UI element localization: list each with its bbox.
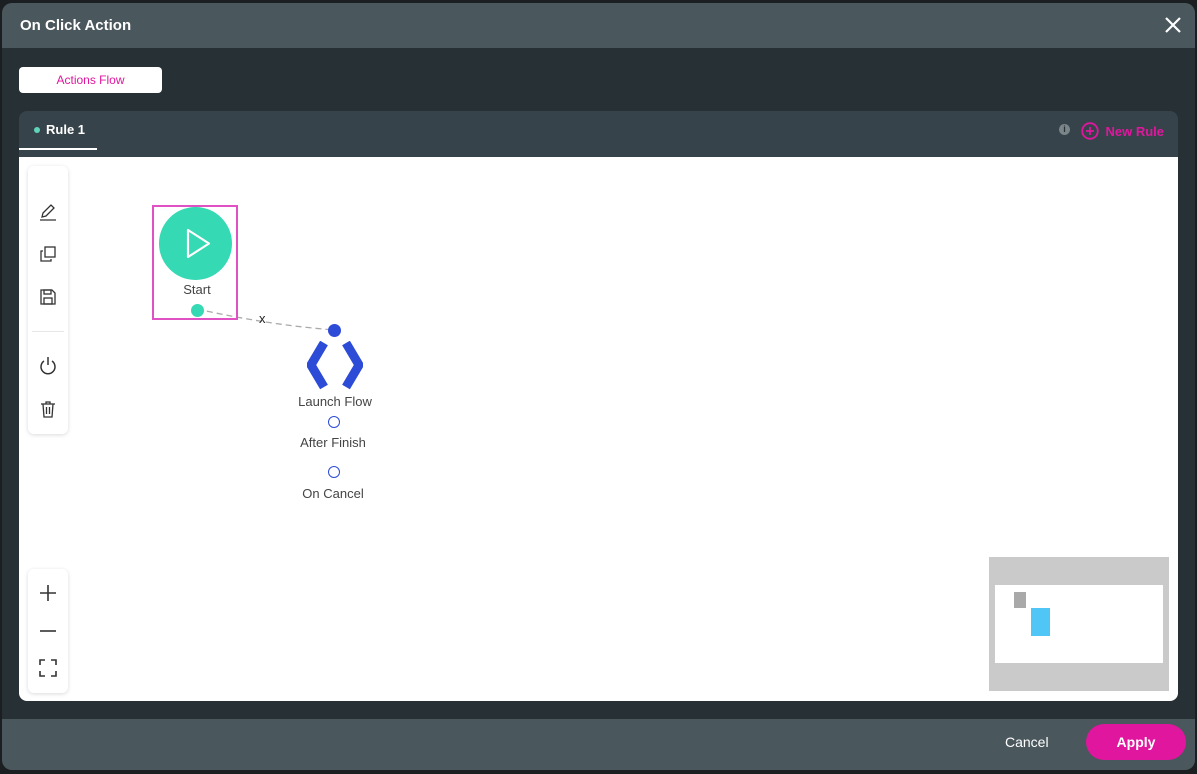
- close-icon[interactable]: [1163, 15, 1183, 35]
- info-icon[interactable]: i: [1059, 124, 1070, 135]
- dialog-title: On Click Action: [20, 17, 132, 34]
- rule-tab-label: Rule 1: [46, 122, 86, 137]
- minimap-viewport[interactable]: [995, 585, 1163, 663]
- tab-actions-flow[interactable]: Actions Flow: [19, 67, 162, 93]
- launch-flow-icon[interactable]: [307, 341, 363, 393]
- new-rule-label: New Rule: [1105, 123, 1164, 139]
- play-icon: [186, 228, 211, 259]
- cancel-button[interactable]: Cancel: [1005, 734, 1049, 750]
- launch-flow-label: Launch Flow: [298, 394, 372, 409]
- after-finish-port[interactable]: [328, 416, 340, 428]
- apply-button[interactable]: Apply: [1086, 724, 1186, 760]
- after-finish-label: After Finish: [300, 435, 366, 450]
- plus-circle-icon: [1081, 122, 1100, 140]
- on-click-action-dialog: On Click Action Actions Flow Rule 1 i Ne…: [2, 3, 1195, 770]
- minimap[interactable]: [989, 557, 1169, 691]
- flow-canvas[interactable]: x Start Launch Flow After Finish On Canc…: [19, 157, 1178, 701]
- dialog-header: On Click Action: [2, 3, 1195, 48]
- start-node[interactable]: [159, 207, 232, 280]
- on-cancel-port[interactable]: [328, 466, 340, 478]
- minimap-launch-node: [1031, 608, 1050, 636]
- start-label: Start: [183, 282, 211, 297]
- on-cancel-label: On Cancel: [302, 486, 364, 501]
- minimap-start-node: [1014, 592, 1026, 608]
- launch-flow-input-port[interactable]: [328, 324, 341, 337]
- active-dot-icon: [34, 127, 40, 133]
- rule-tab-1[interactable]: Rule 1: [19, 111, 97, 150]
- start-output-port[interactable]: [191, 304, 204, 317]
- delete-connector-button[interactable]: x: [259, 311, 266, 326]
- new-rule-button[interactable]: New Rule: [1081, 122, 1164, 140]
- rules-bar: Rule 1 i New Rule: [19, 111, 1178, 159]
